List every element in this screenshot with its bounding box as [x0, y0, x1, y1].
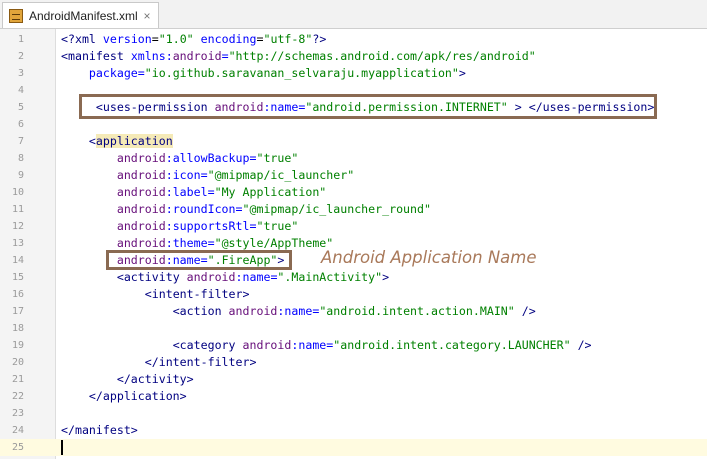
line-number: 7 [17, 136, 24, 147]
line-number: 20 [11, 357, 24, 368]
code-text: <?xml version="1.0" encoding="utf-8"?> [61, 32, 327, 46]
line-number: 19 [11, 340, 24, 351]
code-text: <application [88, 134, 173, 148]
line-number: 18 [11, 323, 24, 334]
code-text: android:allowBackup="true" [116, 151, 299, 165]
code-text: </activity> [116, 372, 194, 386]
code-line: 11 android:roundIcon="@mipmap/ic_launche… [0, 201, 707, 218]
editor-tab-bar: AndroidManifest.xml × [0, 0, 707, 29]
code-line: 9 android:icon="@mipmap/ic_launcher" [0, 167, 707, 184]
line-number: 6 [17, 119, 24, 130]
line-number: 25 [11, 442, 24, 453]
code-text: </application> [88, 389, 187, 403]
code-text: android:roundIcon="@mipmap/ic_launcher_r… [116, 202, 431, 216]
code-text: <intent-filter> [144, 287, 250, 301]
application-name-highlight-box [106, 250, 292, 270]
code-text: <action android:name="android.intent.act… [172, 304, 536, 318]
line-number: 3 [17, 68, 24, 79]
current-code-line[interactable]: 25 [0, 439, 707, 456]
code-text: <activity android:name=".MainActivity"> [116, 270, 390, 284]
uses-permission-highlight-box [79, 94, 657, 119]
code-text: <category android:name="android.intent.c… [172, 338, 592, 352]
line-number: 5 [17, 102, 24, 113]
line-number: 23 [11, 408, 24, 419]
code-line: 1 <?xml version="1.0" encoding="utf-8"?> [0, 31, 707, 48]
line-number: 10 [11, 187, 24, 198]
annotation-label: Android Application Name [321, 248, 537, 267]
line-number: 14 [11, 255, 24, 266]
code-line: 18 [0, 320, 707, 337]
line-number: 2 [17, 51, 24, 62]
code-text: <manifest xmlns:android="http://schemas.… [61, 49, 536, 63]
line-number: 8 [17, 153, 24, 164]
line-number: 17 [11, 306, 24, 317]
code-line: 24 </manifest> [0, 422, 707, 439]
line-number: 15 [11, 272, 24, 283]
tab-androidmanifest[interactable]: AndroidManifest.xml × [2, 2, 159, 28]
line-number: 1 [17, 34, 24, 45]
code-text: android:icon="@mipmap/ic_launcher" [116, 168, 355, 182]
code-line: 17 <action android:name="android.intent.… [0, 303, 707, 320]
code-text: </manifest> [61, 423, 138, 437]
code-line: 20 </intent-filter> [0, 354, 707, 371]
code-line: 15 <activity android:name=".MainActivity… [0, 269, 707, 286]
code-text: </intent-filter> [144, 355, 257, 369]
code-line: 12 android:supportsRtl="true" [0, 218, 707, 235]
code-text: android:supportsRtl="true" [116, 219, 299, 233]
line-number: 12 [11, 221, 24, 232]
line-number: 16 [11, 289, 24, 300]
code-text: package="io.github.saravanan_selvaraju.m… [88, 66, 466, 80]
code-line: 8 android:allowBackup="true" [0, 150, 707, 167]
tab-title: AndroidManifest.xml [29, 8, 138, 23]
line-number: 9 [17, 170, 24, 181]
line-number: 4 [17, 85, 24, 96]
code-line: 2 <manifest xmlns:android="http://schema… [0, 48, 707, 65]
text-caret [61, 440, 63, 455]
line-number: 24 [11, 425, 24, 436]
code-line: 16 <intent-filter> [0, 286, 707, 303]
code-text: android:label="My Application" [116, 185, 327, 199]
code-line: 3 package="io.github.saravanan_selvaraju… [0, 65, 707, 82]
code-line: 7 <application [0, 133, 707, 150]
code-line: 19 <category android:name="android.inten… [0, 337, 707, 354]
code-line: 22 </application> [0, 388, 707, 405]
line-number: 22 [11, 391, 24, 402]
line-number: 13 [11, 238, 24, 249]
line-number: 11 [11, 204, 24, 215]
close-icon[interactable]: × [139, 9, 155, 23]
code-line: 21 </activity> [0, 371, 707, 388]
code-line: 23 [0, 405, 707, 422]
line-number: 21 [11, 374, 24, 385]
xml-file-icon [9, 8, 23, 23]
code-line: 10 android:label="My Application" [0, 184, 707, 201]
